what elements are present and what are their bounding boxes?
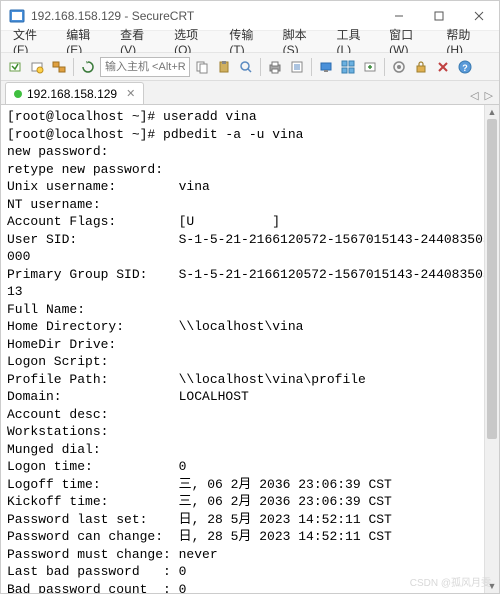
scroll-up-icon[interactable]: ▲ [485,105,499,119]
host-input[interactable] [100,57,190,77]
status-dot-icon [14,90,22,98]
find-icon[interactable] [236,57,256,77]
screen-icon[interactable] [316,57,336,77]
print-icon[interactable] [265,57,285,77]
vertical-scrollbar[interactable]: ▲ ▼ [484,105,499,593]
options-icon[interactable] [287,57,307,77]
new-tab-icon[interactable] [360,57,380,77]
help-icon[interactable]: ? [455,57,475,77]
tabbar: 192.168.158.129 ✕ ◁ ▷ [1,81,499,105]
svg-text:?: ? [462,63,468,73]
scrollbar-thumb[interactable] [487,119,497,439]
toolbar: ? [1,53,499,81]
reconnect-icon[interactable] [78,57,98,77]
terminal-output[interactable]: [root@localhost ~]# useradd vina [root@l… [1,105,499,593]
tile-icon[interactable] [338,57,358,77]
tab-session[interactable]: 192.168.158.129 ✕ [5,82,144,104]
tab-next-icon[interactable]: ▷ [483,89,495,102]
toolbar-separator [260,58,261,76]
toolbar-separator [384,58,385,76]
toolbar-separator [73,58,74,76]
tab-label: 192.168.158.129 [27,87,117,101]
connect-icon[interactable] [5,57,25,77]
menubar: 文件(F) 编辑(E) 查看(V) 选项(O) 传输(T) 脚本(S) 工具(L… [1,31,499,53]
session-manager-icon[interactable] [49,57,69,77]
app-icon [9,8,25,24]
quick-connect-icon[interactable] [27,57,47,77]
tab-close-icon[interactable]: ✕ [126,87,135,100]
x-icon[interactable] [433,57,453,77]
tab-prev-icon[interactable]: ◁ [468,89,480,102]
tab-nav: ◁ ▷ [468,89,495,104]
window-title: 192.168.158.129 - SecureCRT [31,9,379,23]
lock-icon[interactable] [411,57,431,77]
toolbar-separator [311,58,312,76]
watermark: CSDN @孤风月雯 [410,574,491,589]
settings-icon[interactable] [389,57,409,77]
paste-icon[interactable] [214,57,234,77]
copy-icon[interactable] [192,57,212,77]
